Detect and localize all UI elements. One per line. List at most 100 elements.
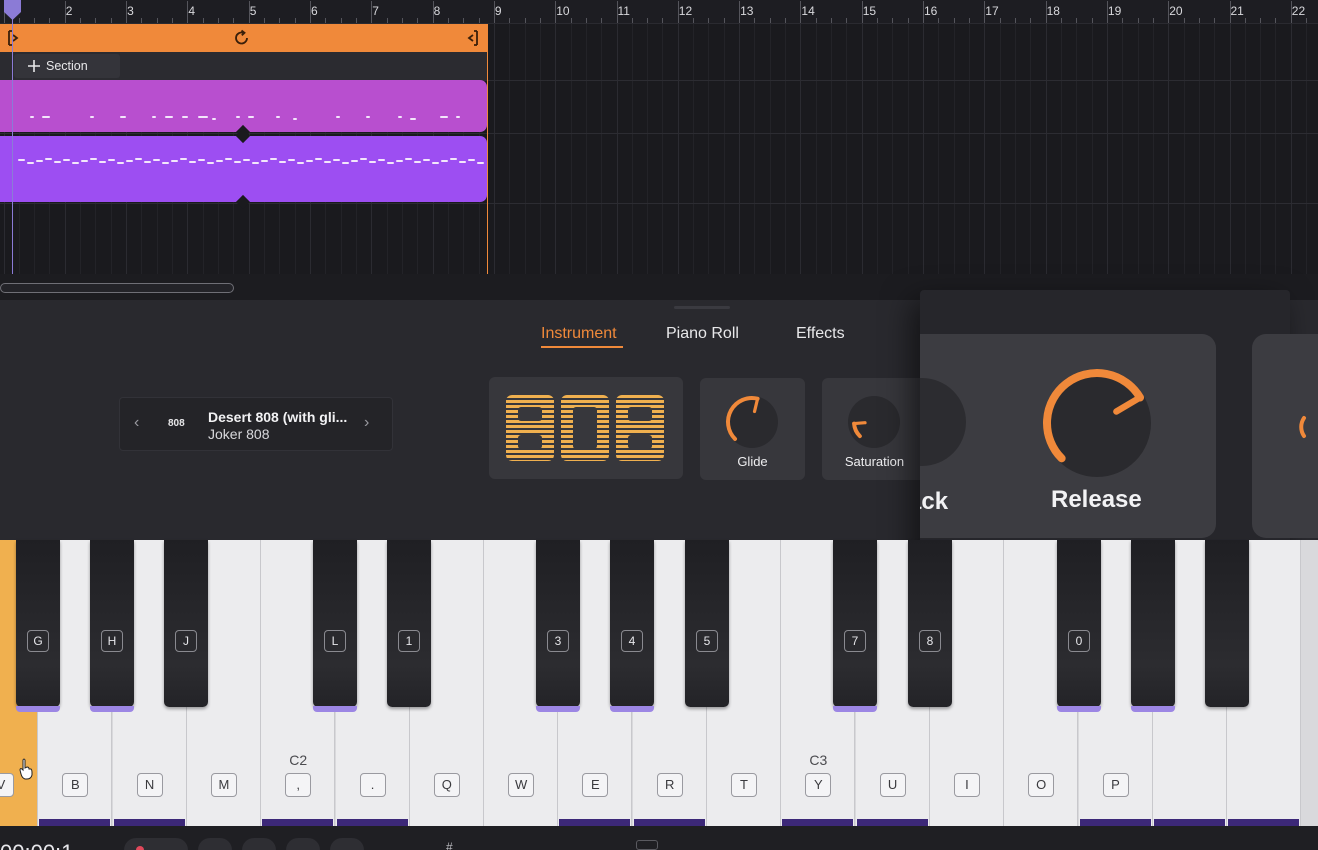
- release-knob[interactable]: [1040, 366, 1154, 480]
- key-shortcut-label: G: [27, 630, 49, 652]
- playhead-line: [12, 0, 13, 274]
- knob-pointer: [852, 421, 867, 426]
- midi-note: [279, 161, 286, 163]
- key-shortcut-label: 3: [547, 630, 569, 652]
- playhead-handle-icon[interactable]: [4, 0, 21, 20]
- black-key[interactable]: 8: [908, 540, 952, 707]
- pause-button[interactable]: [242, 838, 276, 850]
- tab-instrument[interactable]: Instrument: [541, 325, 617, 343]
- black-key[interactable]: 1: [387, 540, 431, 707]
- grid-line: [662, 24, 664, 274]
- release-knob-card[interactable]: ack Release: [920, 334, 1216, 538]
- stop-button[interactable]: [330, 838, 364, 850]
- beat-tick: [1076, 18, 1078, 23]
- preset-name: Desert 808 (with gli...: [208, 409, 348, 425]
- black-key[interactable]: 3: [536, 540, 580, 712]
- beat-tick: [585, 18, 587, 23]
- next-knob-card[interactable]: [1252, 334, 1318, 538]
- midi-note: [171, 160, 178, 162]
- saturation-label: Saturation: [844, 454, 905, 469]
- loop-toggle-icon[interactable]: [232, 28, 252, 48]
- grid-line: [601, 24, 603, 274]
- beat-tick: [1198, 18, 1200, 23]
- glide-label: Glide: [737, 454, 768, 469]
- tab-effects[interactable]: Effects: [796, 325, 845, 343]
- grid-line: [907, 24, 909, 274]
- beat-tick: [202, 18, 204, 23]
- key-shortcut-label: N: [136, 773, 163, 797]
- midi-note: [99, 161, 106, 163]
- black-key[interactable]: 7: [833, 540, 877, 712]
- bar-number: 9: [494, 4, 502, 18]
- panel-resize-grip[interactable]: [674, 306, 730, 309]
- midi-note: [189, 161, 196, 163]
- bar-number: 15: [862, 4, 877, 18]
- chevron-left-icon[interactable]: ‹: [134, 414, 139, 432]
- midi-note: [468, 159, 475, 161]
- beat-tick: [386, 18, 388, 23]
- attack-knob[interactable]: [920, 370, 974, 474]
- tab-piano-roll[interactable]: Piano Roll: [666, 325, 739, 343]
- beat-tick: [769, 18, 771, 23]
- grid-line: [800, 24, 802, 274]
- black-key[interactable]: 5: [685, 540, 729, 707]
- black-key[interactable]: G: [16, 540, 60, 712]
- midi-clip-808[interactable]: [0, 128, 487, 210]
- grid-line: [1198, 24, 1200, 274]
- preset-selector[interactable]: ‹ 808 Desert 808 (with gli... Joker 808 …: [119, 397, 393, 451]
- timeline-ruler[interactable]: 2 3 4 5 6 7 8 9 10 11 12 13 14 15 16 17 18 19 20 21 22: [0, 0, 1318, 24]
- play-button[interactable]: [286, 838, 320, 850]
- metronome-icon[interactable]: [636, 840, 658, 850]
- grid-line: [1076, 24, 1078, 274]
- glide-knob-card[interactable]: Glide: [700, 378, 805, 480]
- black-key[interactable]: H: [90, 540, 134, 712]
- add-section-button[interactable]: Section: [14, 54, 120, 78]
- black-key[interactable]: [1205, 540, 1249, 707]
- black-key[interactable]: L: [313, 540, 357, 712]
- piano-keyboard[interactable]: V B N M,. Q W E R T Y U I O P C2 C3 G H J L 1 3 4 5 7 8 0: [0, 540, 1318, 826]
- midi-note: [396, 160, 403, 162]
- loop-start-handle-icon[interactable]: [6, 29, 20, 47]
- bar-number: 12: [678, 4, 693, 18]
- horizontal-scrollbar-thumb[interactable]: [0, 283, 234, 293]
- midi-note: [456, 116, 460, 118]
- saturation-knob-card[interactable]: Saturation: [822, 378, 927, 480]
- black-key[interactable]: J: [164, 540, 208, 707]
- key-shortcut-label: B: [62, 773, 89, 797]
- record-button[interactable]: [124, 838, 188, 850]
- key-shortcut-label: T: [731, 773, 757, 797]
- bar-number: 13: [740, 4, 754, 18]
- black-key[interactable]: 0: [1057, 540, 1101, 712]
- beat-tick: [693, 18, 695, 23]
- black-key[interactable]: [1131, 540, 1175, 712]
- midi-note: [90, 158, 97, 160]
- beat-tick: [340, 18, 342, 23]
- beat-tick: [570, 18, 572, 23]
- key-shortcut-label: W: [508, 773, 535, 797]
- chevron-right-icon[interactable]: ›: [364, 414, 369, 432]
- loop-end-handle-icon[interactable]: [466, 29, 480, 47]
- beat-tick: [723, 18, 725, 23]
- glide-knob[interactable]: [722, 392, 782, 452]
- beat-tick: [1060, 18, 1062, 23]
- midi-note: [30, 116, 34, 118]
- beat-tick: [892, 18, 894, 23]
- beat-tick: [831, 18, 833, 23]
- beat-tick: [172, 18, 174, 23]
- active-tab-indicator: [541, 346, 623, 348]
- beat-tick: [509, 18, 511, 23]
- beat-tick: [877, 18, 879, 23]
- key-active-indicator: [16, 706, 60, 712]
- key-active-indicator: [1153, 819, 1225, 826]
- midi-clip-melody[interactable]: [0, 80, 487, 140]
- bar-number: 20: [1169, 4, 1183, 18]
- saturation-knob[interactable]: [844, 392, 904, 452]
- black-key[interactable]: 4: [610, 540, 654, 712]
- grid-line: [1060, 24, 1062, 274]
- arrangement-tracks[interactable]: Section: [0, 24, 1318, 274]
- rewind-button[interactable]: [198, 838, 232, 850]
- beat-tick: [279, 18, 281, 23]
- beat-tick: [264, 18, 266, 23]
- loop-region[interactable]: [0, 24, 487, 52]
- key-signature-icon[interactable]: #: [446, 840, 453, 850]
